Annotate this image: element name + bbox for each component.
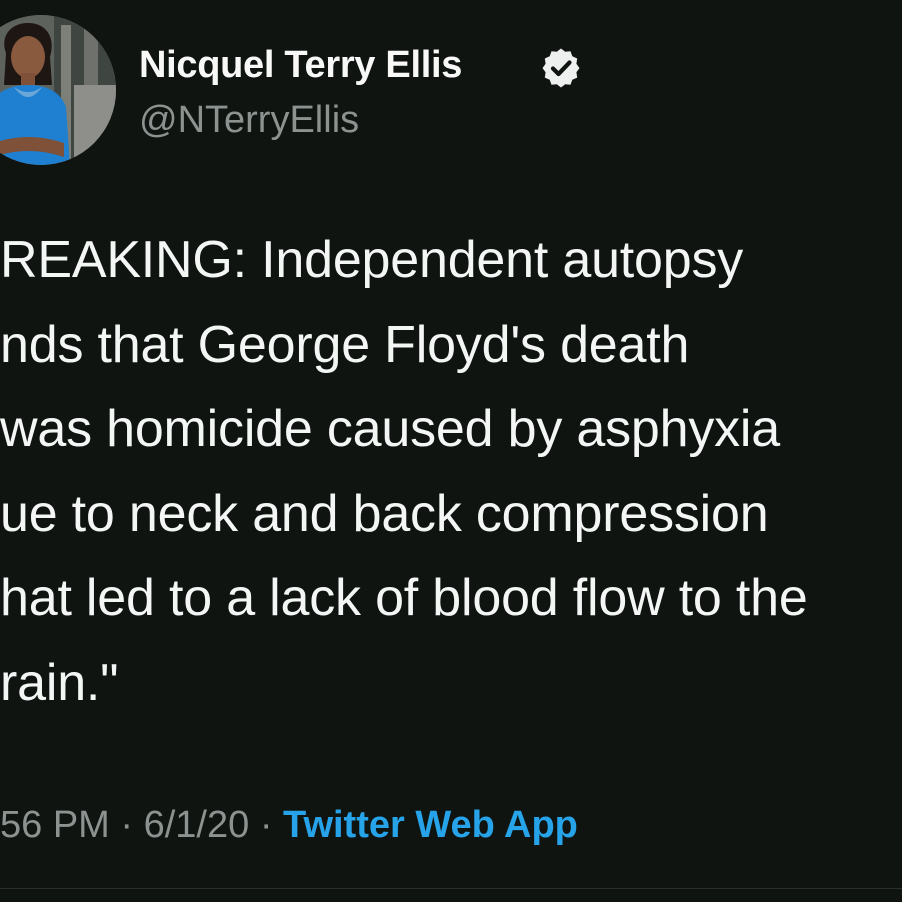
tweet-text-line: hat led to a lack of blood flow to the [0, 569, 808, 627]
author-handle[interactable]: @NTerryEllis [139, 99, 359, 142]
avatar[interactable] [0, 15, 116, 165]
tweet-metadata: 56 PM · 6/1/20 · Twitter Web App [0, 804, 578, 847]
verified-badge-icon [542, 48, 580, 88]
profile-photo [0, 15, 116, 165]
tweet-time[interactable]: 56 PM [0, 804, 110, 846]
tweet-text-line: nds that George Floyd's death [0, 315, 690, 374]
divider [0, 888, 902, 889]
tweet-source-link[interactable]: Twitter Web App [283, 804, 578, 846]
tweet-text-line: rain." [0, 653, 119, 712]
tweet-text: REAKING: Independent autopsy nds that Ge… [0, 218, 902, 725]
meta-separator: · [259, 804, 273, 846]
tweet-text-line: ue to neck and back compression [0, 484, 769, 543]
tweet-text-line: was homicide caused by asphyxia [0, 400, 780, 458]
tweet-date[interactable]: 6/1/20 [144, 804, 250, 846]
meta-separator: · [120, 804, 134, 846]
display-name[interactable]: Nicquel Terry Ellis [139, 44, 462, 87]
tweet-text-line: REAKING: Independent autopsy [0, 231, 744, 289]
